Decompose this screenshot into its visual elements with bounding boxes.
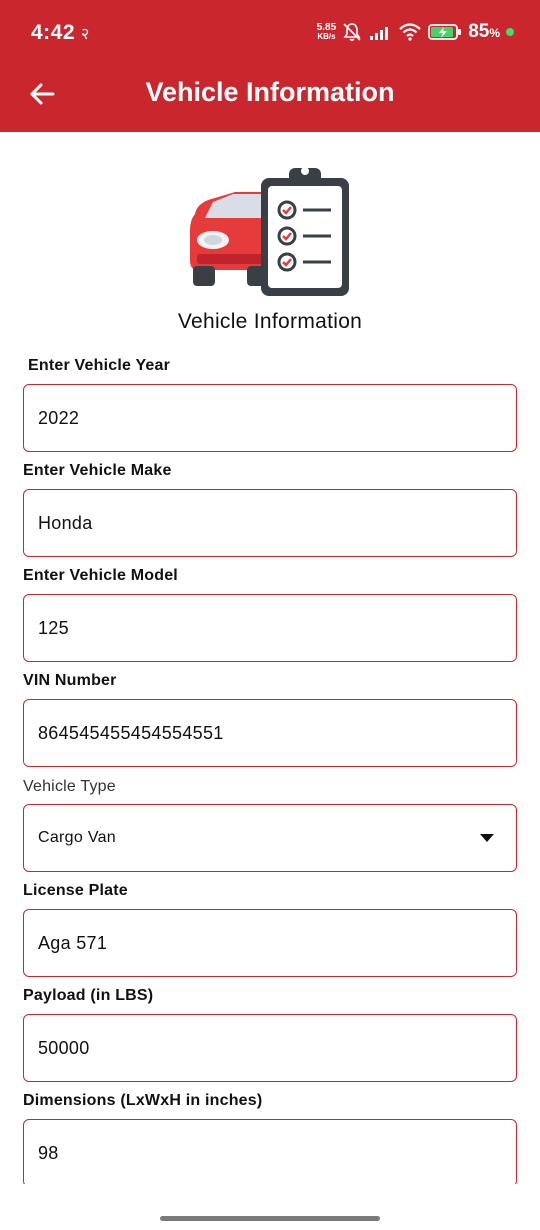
vehicle-type-label: Vehicle Type: [23, 778, 116, 795]
model-input[interactable]: 125: [23, 594, 517, 662]
home-handle[interactable]: [160, 1216, 380, 1221]
network-speed: 5.85 KB/s: [316, 22, 337, 42]
vehicle-type-selected: Cargo Van: [38, 829, 117, 846]
license-plate-input[interactable]: Aga 571: [23, 909, 517, 977]
make-input[interactable]: Honda: [23, 489, 517, 557]
battery-charging-icon: [428, 24, 462, 40]
car-checklist-icon: [190, 167, 349, 296]
network-speed-unit: KB/s: [317, 32, 336, 41]
status-time: 4:42: [31, 21, 76, 44]
vin-label: VIN Number: [23, 672, 117, 689]
status-bar: 4:42 २ 5.85 KB/s 85%: [0, 0, 540, 62]
signal-icon: [370, 27, 389, 40]
gesture-nav-bar: [0, 1184, 540, 1230]
vehicle-type-dropdown[interactable]: Cargo Van: [23, 804, 517, 872]
battery-percent: 85%: [468, 21, 500, 42]
model-label: Enter Vehicle Model: [23, 567, 178, 584]
section-heading: Vehicle Information: [177, 310, 363, 333]
dimensions-label: Dimensions (LxWxH in inches): [23, 1092, 263, 1109]
chevron-down-icon: [480, 834, 494, 842]
status-icons: 5.85 KB/s 85%: [317, 20, 514, 44]
notification-icon: २: [81, 26, 90, 43]
page-title: Vehicle Information: [145, 77, 395, 107]
vin-input[interactable]: 864545455454554551: [23, 699, 517, 767]
wifi-icon: [399, 23, 421, 41]
network-speed-value: 5.85: [316, 22, 337, 33]
bell-off-icon: [343, 23, 361, 41]
year-label: Enter Vehicle Year: [28, 357, 171, 374]
privacy-indicator-dot: [506, 28, 514, 36]
make-label: Enter Vehicle Make: [23, 462, 172, 479]
payload-label: Payload (in LBS): [23, 987, 154, 1004]
license-plate-label: License Plate: [23, 882, 128, 899]
app-bar: Vehicle Information: [0, 62, 540, 132]
form-scroll-area[interactable]: Vehicle Information Enter Vehicle Year 2…: [0, 132, 540, 1184]
dimensions-input[interactable]: 98: [23, 1119, 517, 1184]
year-input[interactable]: 2022: [23, 384, 517, 452]
payload-input[interactable]: 50000: [23, 1014, 517, 1082]
